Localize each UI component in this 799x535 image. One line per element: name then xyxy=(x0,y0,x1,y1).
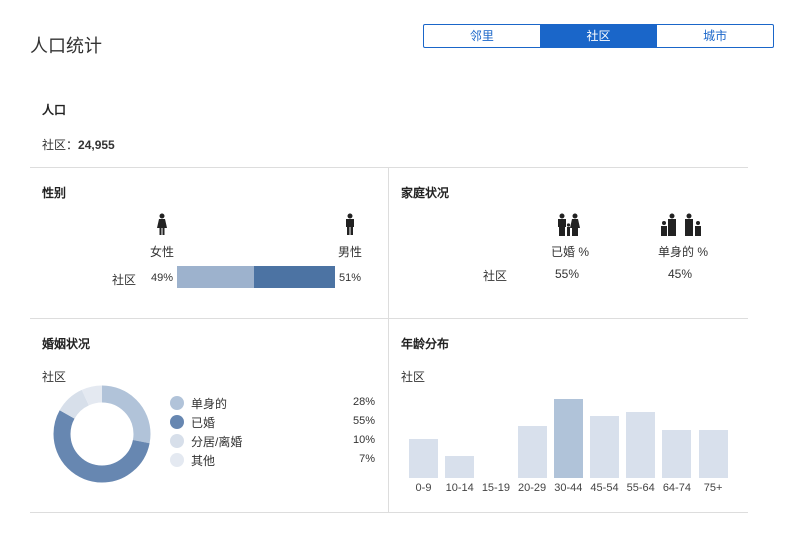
age-tick-label: 75+ xyxy=(703,482,723,494)
legend-swatch xyxy=(170,453,184,467)
married-family-icon xyxy=(558,213,580,236)
age-tick-label: 0-9 xyxy=(415,482,432,494)
legend-label: 其他 xyxy=(191,454,216,468)
scope-toggle: 邻里 社区 城市 xyxy=(423,24,774,48)
male-bar xyxy=(254,266,335,288)
population-heading: 人口 xyxy=(42,103,67,117)
male-label: 男性 xyxy=(338,245,363,259)
family-row-label: 社区 xyxy=(483,269,508,283)
population-value: 24,955 xyxy=(78,138,115,152)
single-family-icon xyxy=(661,213,701,236)
tab-city[interactable]: 城市 xyxy=(656,25,773,47)
legend-pct: 28% xyxy=(352,396,375,408)
female-pct: 49% xyxy=(151,272,174,284)
legend-label: 已婚 xyxy=(191,416,216,430)
age-bar xyxy=(698,430,728,478)
page-title: 人口统计 xyxy=(30,36,102,56)
gender-heading: 性别 xyxy=(42,186,67,200)
age-bar xyxy=(626,412,656,478)
legend-pct: 7% xyxy=(359,453,375,465)
marital-donut-chart xyxy=(53,385,151,483)
age-bar xyxy=(662,430,692,478)
age-heading: 年龄分布 xyxy=(401,337,450,351)
legend-label: 单身的 xyxy=(191,397,228,411)
legend-pct: 55% xyxy=(352,415,375,427)
divider xyxy=(30,167,748,168)
divider xyxy=(388,167,389,512)
gender-row-label: 社区 xyxy=(112,273,137,287)
gender-bar xyxy=(177,266,335,288)
age-tick-label: 55-64 xyxy=(626,482,655,494)
population-label: 社区： xyxy=(42,138,79,152)
single-label: 单身的 % xyxy=(658,245,709,259)
age-bar xyxy=(517,426,547,478)
female-icon xyxy=(157,213,167,235)
legend-swatch xyxy=(170,434,184,448)
population-row: 社区：24,955 xyxy=(42,136,115,153)
legend-swatch xyxy=(170,396,184,410)
age-bar xyxy=(409,438,438,478)
age-sub: 社区 xyxy=(401,370,426,384)
tab-neighborhood[interactable]: 邻里 xyxy=(424,25,540,47)
age-tick-label: 15-19 xyxy=(481,482,510,494)
age-tick-label: 45-54 xyxy=(590,482,619,494)
single-pct: 45% xyxy=(668,267,693,281)
male-pct: 51% xyxy=(339,272,362,284)
age-bar xyxy=(553,399,583,478)
age-tick-label: 30-44 xyxy=(554,482,583,494)
marital-sub: 社区 xyxy=(42,370,67,384)
family-heading: 家庭状况 xyxy=(401,186,450,200)
age-tick-label: 10-14 xyxy=(445,482,474,494)
age-tick-label: 64-74 xyxy=(662,482,691,494)
legend-pct: 10% xyxy=(352,434,375,446)
female-bar xyxy=(177,266,255,288)
age-tick-label: 20-29 xyxy=(518,482,547,494)
divider xyxy=(30,512,748,513)
tab-community[interactable]: 社区 xyxy=(539,25,657,47)
age-bar xyxy=(445,455,475,478)
legend-label: 分居/离婚 xyxy=(191,435,243,449)
divider xyxy=(30,318,748,319)
legend-swatch xyxy=(170,415,184,429)
male-icon xyxy=(346,213,354,235)
female-label: 女性 xyxy=(150,245,175,259)
married-label: 已婚 % xyxy=(551,245,590,259)
married-pct: 55% xyxy=(555,267,580,281)
marital-heading: 婚姻状况 xyxy=(42,337,91,351)
age-bar xyxy=(590,416,619,478)
